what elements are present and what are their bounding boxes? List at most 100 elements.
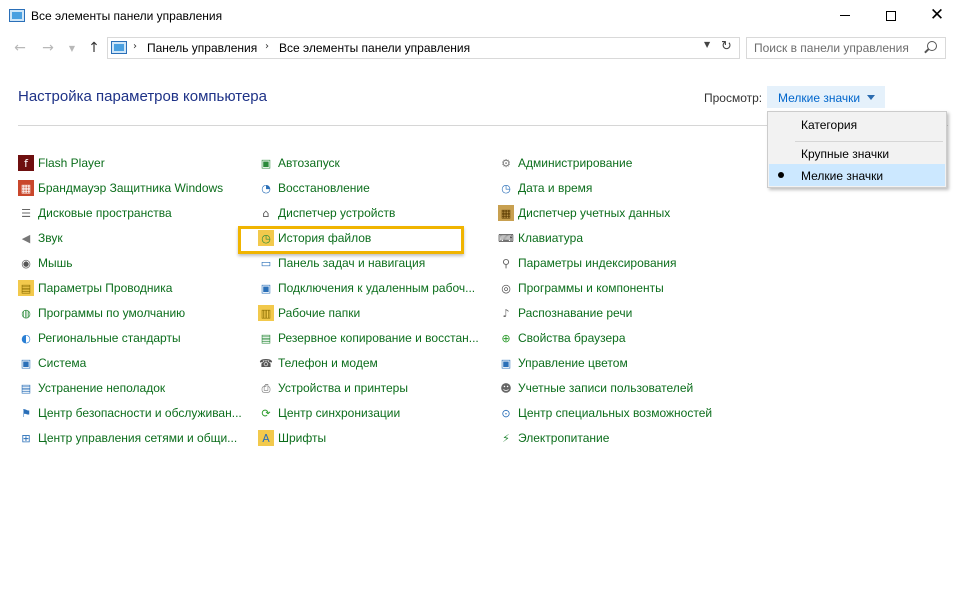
cp-item[interactable]: ◷ Дата и время	[498, 179, 592, 197]
admin-tools-icon: ⚙	[501, 156, 511, 170]
backup-icon: ▤	[260, 331, 272, 345]
phone-modem-icon: ☎	[259, 356, 273, 370]
control-panel-icon	[9, 9, 25, 22]
region-icon: ◐	[21, 331, 31, 345]
programs-features-icon: ◎	[501, 281, 511, 295]
cp-item[interactable]: ▤ Резервное копирование и восстан...	[258, 329, 479, 347]
cp-item[interactable]: ◍ Программы по умолчанию	[18, 304, 185, 322]
cp-item-label: Подключения к удаленным рабоч...	[278, 281, 476, 295]
cp-item[interactable]: ◉ Мышь	[18, 254, 72, 272]
breadcrumb-all-items[interactable]: Все элементы панели управления	[279, 41, 470, 55]
cp-item[interactable]: ▤ Параметры Проводника	[18, 279, 172, 297]
sound-icon: ◀	[21, 231, 31, 245]
cp-item[interactable]: ⚡ Электропитание	[498, 429, 609, 447]
page-title: Настройка параметров компьютера	[18, 88, 267, 105]
cp-item[interactable]: ▥ Рабочие папки	[258, 304, 360, 322]
cp-item-label: Система	[38, 356, 87, 370]
cp-item[interactable]: ☎ Телефон и модем	[258, 354, 378, 372]
window-title: Все элементы панели управления	[31, 9, 223, 23]
cp-item[interactable]: ▣ Управление цветом	[498, 354, 628, 372]
cp-item[interactable]: ⚑ Центр безопасности и обслуживан...	[18, 404, 242, 422]
cp-item-label: Центр безопасности и обслуживан...	[38, 406, 242, 420]
breadcrumb-separator-icon[interactable]: ›	[265, 41, 269, 52]
cp-item[interactable]: ⟳ Центр синхронизации	[258, 404, 400, 422]
search-input[interactable]: Поиск в панели управления	[746, 37, 946, 59]
minimize-button[interactable]	[822, 0, 868, 31]
address-dropdown-icon[interactable]: ▼	[704, 40, 710, 49]
search-icon[interactable]	[927, 41, 937, 51]
cp-item[interactable]: ♪ Распознавание речи	[498, 304, 632, 322]
minimize-icon	[840, 15, 850, 16]
cp-item[interactable]: ▦ Брандмауэр Защитника Windows	[18, 179, 223, 197]
cp-item[interactable]: ⊕ Свойства браузера	[498, 329, 625, 347]
close-button[interactable]: ✕	[914, 0, 960, 31]
cp-item[interactable]: ◎ Программы и компоненты	[498, 279, 664, 297]
user-accounts-icon: ☻	[500, 381, 512, 395]
cp-item-label: Дисковые пространства	[38, 206, 172, 220]
up-arrow-icon[interactable]: ↑	[85, 39, 103, 57]
recent-locations-chevron-icon[interactable]: ▼	[63, 39, 81, 57]
security-flag-icon: ⚑	[21, 406, 31, 420]
cp-item[interactable]: ⊞ Центр управления сетями и общи...	[18, 429, 237, 447]
cp-item-label: Звук	[38, 231, 63, 245]
cp-item[interactable]: ▣ Автозапуск	[258, 154, 340, 172]
cp-item[interactable]: ▣ Система	[18, 354, 87, 372]
cp-item-label: Диспетчер устройств	[278, 206, 396, 220]
sync-center-icon: ⟳	[261, 406, 271, 420]
cp-item-label: Параметры Проводника	[38, 281, 173, 295]
cp-item[interactable]: ⚙ Администрирование	[498, 154, 632, 172]
cp-item-label: Автозапуск	[278, 156, 340, 170]
cp-item[interactable]: ⊙ Центр специальных возможностей	[498, 404, 712, 422]
breadcrumb-control-panel[interactable]: Панель управления	[147, 41, 257, 55]
power-options-icon: ⚡	[502, 431, 510, 445]
refresh-icon[interactable]: ↻	[721, 39, 732, 54]
mouse-icon: ◉	[21, 256, 31, 270]
cp-item[interactable]: ⚲ Параметры индексирования	[498, 254, 677, 272]
cp-item[interactable]: ▣ Подключения к удаленным рабоч...	[258, 279, 475, 297]
system-icon: ▣	[20, 356, 32, 370]
cp-item-label: Дата и время	[518, 181, 593, 195]
menu-item-small-icons[interactable]: Мелкие значки	[801, 169, 883, 183]
cp-item[interactable]: ⎙ Устройства и принтеры	[258, 379, 408, 397]
cp-item-label: Устранение неполадок	[38, 381, 166, 395]
cp-item[interactable]: ☰ Дисковые пространства	[18, 204, 172, 222]
view-by-dropdown[interactable]: Мелкие значки	[767, 86, 885, 108]
menu-item-category[interactable]: Категория	[801, 118, 857, 132]
address-bar[interactable]: › Панель управления › Все элементы панел…	[107, 37, 740, 59]
dropdown-arrow-icon	[867, 95, 875, 100]
taskbar-icon: ▭	[260, 256, 272, 270]
cp-item-label: Центр управления сетями и общи...	[38, 431, 238, 445]
storage-spaces-icon: ☰	[21, 206, 31, 220]
cp-item[interactable]: ▦ Диспетчер учетных данных	[498, 204, 670, 222]
cp-item[interactable]: ▭ Панель задач и навигация	[258, 254, 425, 272]
device-manager-icon: ⌂	[262, 206, 270, 220]
maximize-button[interactable]	[868, 0, 914, 31]
cp-item[interactable]: ◐ Региональные стандарты	[18, 329, 180, 347]
view-by-menu: Категория Крупные значки Мелкие значки	[767, 111, 947, 188]
cp-item[interactable]: ☻ Учетные записи пользователей	[498, 379, 693, 397]
cp-item[interactable]: ⌨ Клавиатура	[498, 229, 583, 247]
cp-item-label: Резервное копирование и восстан...	[278, 331, 479, 345]
cp-item-label: Брандмауэр Защитника Windows	[38, 181, 224, 195]
cp-item-label: Панель задач и навигация	[278, 256, 426, 270]
flash-player-icon: f	[18, 155, 34, 171]
view-label: Просмотр:	[704, 91, 763, 105]
cp-item[interactable]: ◔ Восстановление	[258, 179, 370, 197]
cp-item[interactable]: A Шрифты	[258, 429, 326, 447]
cp-item-label: Диспетчер учетных данных	[518, 206, 671, 220]
cp-item-label: Восстановление	[278, 181, 370, 195]
credential-manager-icon: ▦	[498, 205, 514, 221]
cp-item-label: Flash Player	[38, 156, 105, 170]
control-panel-icon	[111, 41, 127, 54]
cp-item[interactable]: f Flash Player	[18, 154, 105, 172]
menu-item-large-icons[interactable]: Крупные значки	[801, 147, 889, 161]
menu-separator	[795, 141, 943, 142]
speech-icon: ♪	[502, 306, 510, 320]
default-programs-icon: ◍	[21, 306, 31, 320]
cp-item[interactable]: ▤ Устранение неполадок	[18, 379, 165, 397]
back-arrow-icon[interactable]: ←	[11, 39, 29, 57]
breadcrumb-separator-icon[interactable]: ›	[133, 41, 137, 52]
cp-item[interactable]: ⌂ Диспетчер устройств	[258, 204, 396, 222]
cp-item[interactable]: ◀ Звук	[18, 229, 63, 247]
forward-arrow-icon[interactable]: →	[39, 39, 57, 57]
